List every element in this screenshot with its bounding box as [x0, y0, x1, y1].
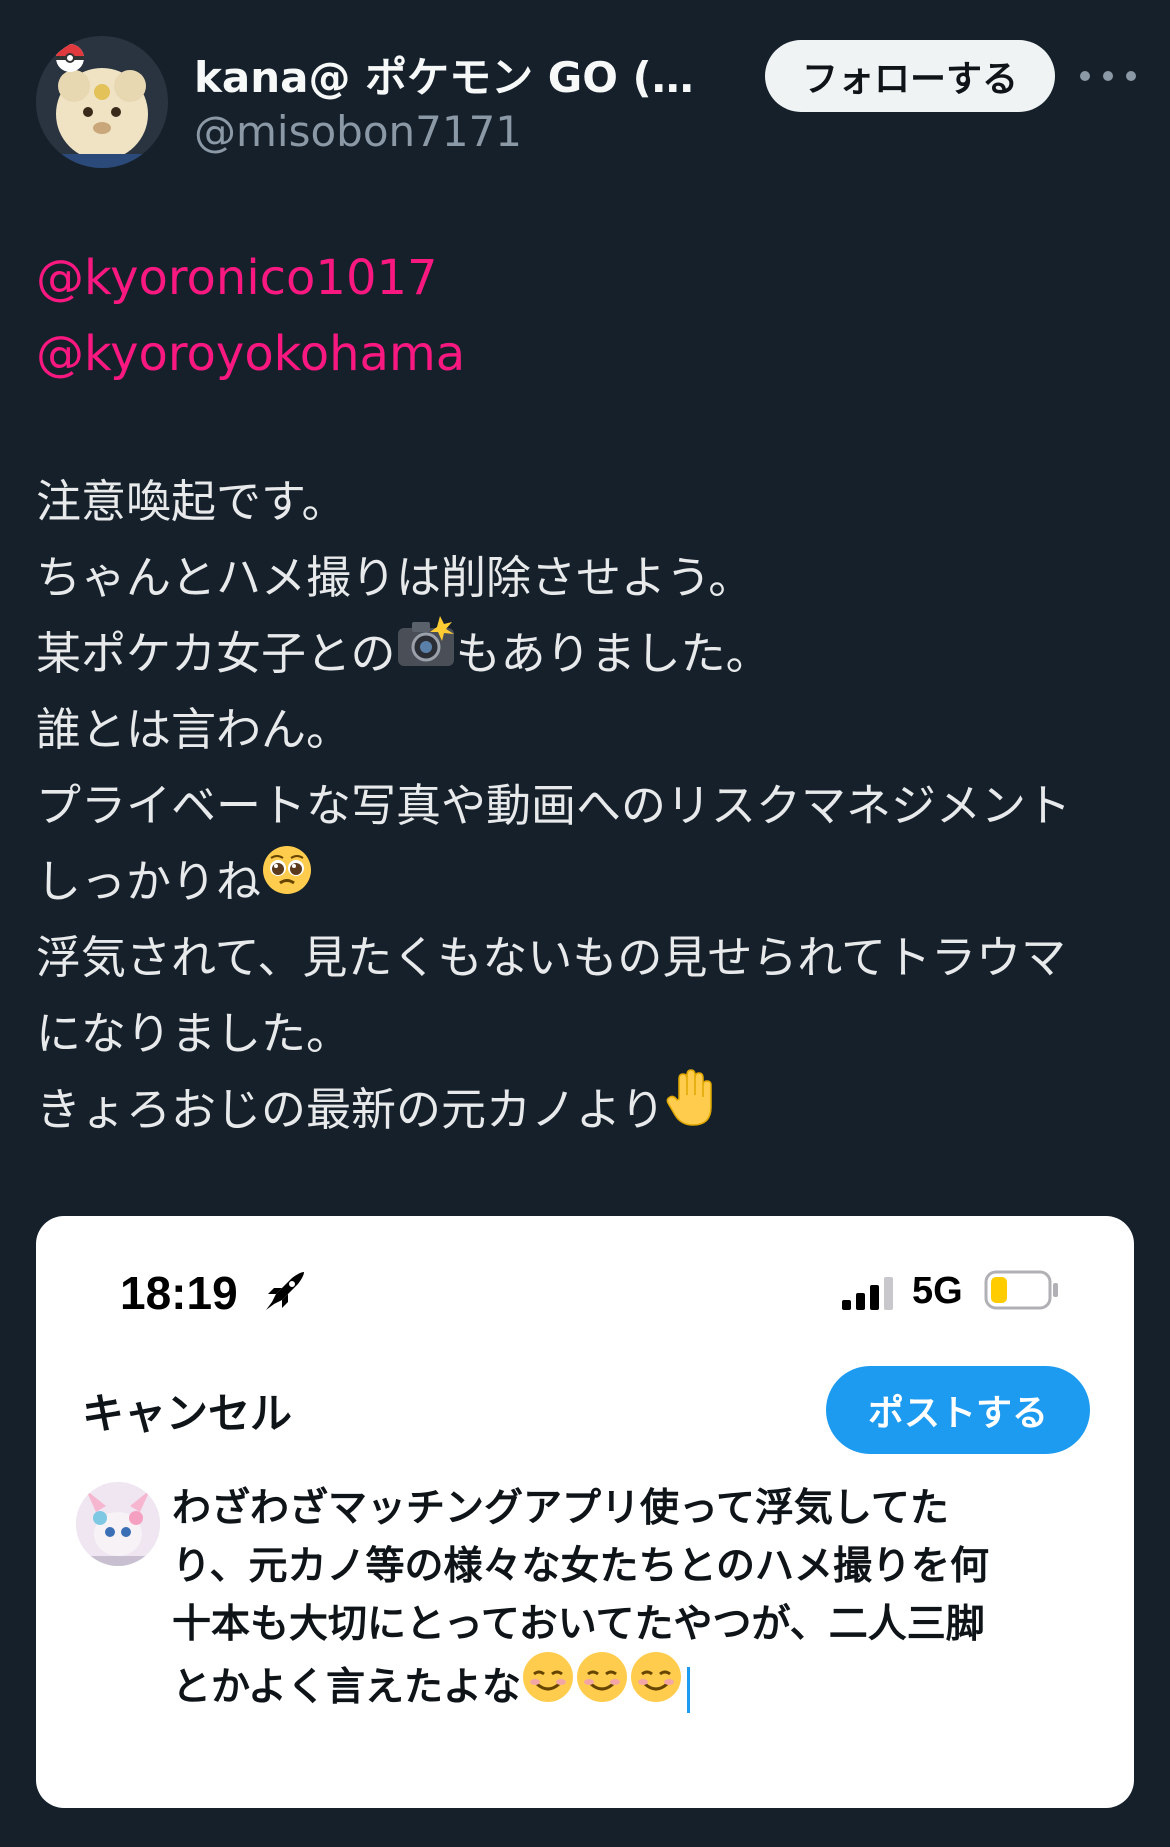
battery-icon — [984, 1270, 1060, 1314]
compose-avatar — [76, 1482, 160, 1566]
author-handle[interactable]: @misobon7171 — [194, 104, 522, 160]
attached-screenshot-image[interactable]: 18:19 5G キャンセル ポストする わざわざマッチングアプリ使って浮気して… — [36, 1216, 1134, 1808]
compose-line-text: とかよく言えたよな — [172, 1665, 522, 1710]
tweet-line: 某ポケカ女子との もありました。 — [36, 616, 1146, 692]
compose-text: わざわざマッチングアプリ使って浮気してた り、元カノ等の様々な女たちとのハメ撮り… — [172, 1480, 1102, 1713]
follow-button[interactable]: フォローする — [765, 40, 1055, 112]
compose-line: り、元カノ等の様々な女たちとのハメ撮りを何 — [172, 1544, 990, 1589]
tweet-line-text: きょろおじの最新の元カノより — [36, 1083, 666, 1136]
mentions-block: @kyoronico1017 @kyoroyokohama — [36, 240, 465, 392]
tweet-line: 注意喚起です。 — [36, 475, 347, 528]
status-time: 18:19 — [120, 1267, 238, 1319]
compose-line: とかよく言えたよな — [172, 1652, 1102, 1713]
post-container: kana@ ポケモン GO (Mis... @misobon7171 フォローす… — [0, 0, 1170, 1847]
compose-line: 十本も大切にとっておいてたやつが、二人三脚 — [172, 1602, 985, 1647]
smiling-face-emoji — [629, 1650, 683, 1721]
compose-line: わざわざマッチングアプリ使って浮気してた — [172, 1486, 949, 1531]
tweet-line: きょろおじの最新の元カノより — [36, 1068, 1146, 1150]
pleading-face-emoji — [261, 843, 313, 919]
author-avatar[interactable] — [36, 36, 168, 168]
rocket-icon — [262, 1270, 306, 1318]
mention-link[interactable]: @kyoronico1017 — [36, 240, 465, 316]
tweet-line: 誰とは言わん。 — [36, 703, 352, 756]
tweet-line: しっかりね — [36, 844, 1146, 920]
camera-flash-emoji — [396, 615, 456, 691]
tweet-line: 浮気されて、見たくもないもの見せられてトラウマ — [36, 931, 1067, 984]
raised-hand-emoji — [665, 1068, 717, 1150]
author-display-name[interactable]: kana@ ポケモン GO (Mis... — [194, 48, 734, 108]
tweet-line-text: しっかりね — [36, 855, 262, 908]
mention-link[interactable]: @kyoroyokohama — [36, 316, 465, 392]
more-dot — [1103, 71, 1113, 81]
post-button-in-screenshot: ポストする — [826, 1366, 1090, 1454]
tweet-line-text: もありました。 — [455, 627, 771, 680]
tweet-line: プライベートな写真や動画へのリスクマネジメント — [36, 779, 1072, 832]
tweet-line-text: 某ポケカ女子との — [36, 627, 396, 680]
more-options-icon[interactable] — [1080, 50, 1136, 102]
smiling-face-emoji — [521, 1650, 575, 1721]
text-cursor — [687, 1666, 691, 1713]
tweet-line: ちゃんとハメ撮りは削除させよう。 — [36, 551, 754, 604]
network-label: 5G — [912, 1270, 963, 1312]
more-dot — [1126, 71, 1136, 81]
tweet-text: 注意喚起です。 ちゃんとハメ撮りは削除させよう。 某ポケカ女子との もありました。… — [36, 464, 1146, 1148]
cancel-label: キャンセル — [82, 1389, 293, 1438]
signal-icon — [840, 1276, 896, 1316]
plush-avatar-image — [36, 36, 168, 168]
tweet-line: になりました。 — [36, 1007, 352, 1060]
smiling-face-emoji — [575, 1650, 629, 1721]
more-dot — [1080, 71, 1090, 81]
